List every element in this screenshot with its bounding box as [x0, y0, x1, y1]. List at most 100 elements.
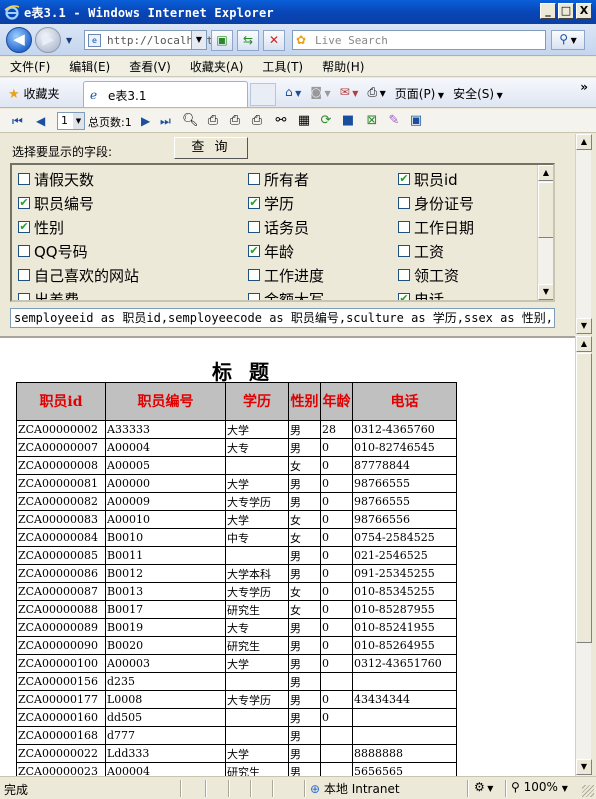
field-option[interactable]: ✔ 性别 [18, 217, 248, 238]
search-placeholder[interactable]: Live Search [315, 34, 388, 47]
zoom-control[interactable]: ⚲ 100% ▼ [511, 780, 568, 794]
next-page-icon[interactable]: ▶ [141, 113, 150, 129]
checkbox-unchecked[interactable] [248, 221, 260, 233]
safety-menu[interactable]: 安全(S) ▼ [453, 85, 503, 102]
address-dropdown-button[interactable]: ▼ [191, 31, 206, 49]
menu-favorites[interactable]: 收藏夹(A) [190, 58, 244, 75]
top-scroll-down-icon[interactable]: ▼ [576, 318, 592, 334]
checkbox-unchecked[interactable] [248, 293, 260, 300]
home-icon[interactable]: ⌂ ▼ [285, 85, 301, 102]
settings-icon[interactable]: ▣ [408, 113, 424, 129]
report-scrollbar[interactable]: ▲ ▼ [575, 336, 592, 776]
field-option[interactable]: 身份证号 [398, 193, 538, 214]
field-option[interactable]: 所有者 [248, 169, 398, 190]
field-option[interactable]: 领工资 [398, 265, 538, 286]
top-scroll-up-icon[interactable]: ▲ [576, 134, 592, 150]
report-scroll-up-icon[interactable]: ▲ [576, 336, 592, 352]
save-icon[interactable]: ■ [340, 113, 356, 129]
page-select-arrow-icon[interactable]: ▼ [73, 113, 84, 129]
field-option[interactable]: ✔ 职员id [398, 169, 538, 190]
page-select[interactable]: 1 ▼ [57, 112, 85, 130]
top-pane-scrollbar[interactable]: ▲ ▼ [575, 134, 592, 334]
feeds-icon[interactable]: ◙ ▼ [310, 85, 330, 102]
checkbox-unchecked[interactable] [398, 269, 410, 281]
field-option[interactable]: 话务员 [248, 217, 398, 238]
checkbox-checked[interactable]: ✔ [18, 197, 30, 209]
compatibility-icon[interactable]: ▣ [211, 30, 233, 51]
field-option[interactable]: 请假天数 [18, 169, 248, 190]
checkbox-unchecked[interactable] [18, 173, 30, 185]
checkbox-checked[interactable]: ✔ [248, 245, 260, 257]
checkbox-unchecked[interactable] [18, 245, 30, 257]
field-option[interactable]: 金额大写 [248, 289, 398, 300]
print-icon[interactable]: ⎙ ▼ [367, 85, 385, 102]
first-page-icon[interactable]: ⏮ [12, 113, 23, 129]
menu-tools[interactable]: 工具(T) [262, 58, 303, 75]
field-option[interactable]: 工作进度 [248, 265, 398, 286]
print-setup-icon[interactable]: ⎙ [205, 113, 221, 129]
print-preview-icon[interactable]: 🔍︎ [182, 113, 199, 129]
field-option[interactable]: ✔ 职员编号 [18, 193, 248, 214]
checkbox-unchecked[interactable] [18, 293, 30, 300]
refresh-icon[interactable]: ⇆ [237, 30, 259, 51]
resize-grip[interactable] [582, 785, 594, 797]
checkbox-checked[interactable]: ✔ [18, 221, 30, 233]
new-tab-button[interactable] [250, 83, 276, 106]
checkbox-unchecked[interactable] [248, 173, 260, 185]
print-icon-2[interactable]: ⎙ [227, 113, 243, 129]
forward-button[interactable]: ▶ [35, 27, 61, 53]
prev-page-icon[interactable]: ◀ [36, 113, 45, 129]
checkbox-unchecked[interactable] [398, 245, 410, 257]
calculator-icon[interactable]: ▦ [296, 113, 312, 129]
stop-icon[interactable]: ✕ [263, 30, 285, 51]
more-tools-chevron-icon[interactable]: » [580, 80, 588, 94]
scroll-down-icon[interactable]: ▼ [538, 284, 553, 300]
tab-current[interactable]: ℯ e表3.1 [83, 81, 248, 107]
search-button[interactable]: ⚲ ▼ [551, 30, 585, 50]
search-box[interactable]: ✿ Live Search [292, 30, 546, 50]
checkbox-checked[interactable]: ✔ [248, 197, 260, 209]
find-icon[interactable]: ⚯ [273, 113, 289, 129]
menu-file[interactable]: 文件(F) [10, 58, 50, 75]
menu-help[interactable]: 帮助(H) [322, 58, 364, 75]
checkbox-checked[interactable]: ✔ [398, 293, 410, 300]
maximize-button[interactable]: □ [558, 3, 574, 19]
address-bar[interactable]: e http://localhost ▼ [84, 30, 213, 50]
scroll-thumb[interactable] [538, 182, 553, 238]
sql-field[interactable]: semployeeid as 职员id,semployeecode as 职员编… [10, 308, 555, 328]
refresh-report-icon[interactable]: ⟳ [318, 113, 334, 129]
back-button[interactable]: ◀ [6, 27, 32, 53]
security-zone[interactable]: ⊕ 本地 Intranet [310, 780, 400, 797]
page-menu[interactable]: 页面(P) ▼ [395, 85, 444, 102]
field-option[interactable]: 工作日期 [398, 217, 538, 238]
field-option[interactable]: QQ号码 [18, 241, 248, 262]
export-excel-icon[interactable]: ⊠ [364, 113, 380, 129]
last-page-icon[interactable]: ⏭ [160, 113, 171, 129]
quick-print-icon[interactable]: ⎙ [249, 113, 265, 129]
checkbox-checked[interactable]: ✔ [398, 173, 410, 185]
report-scroll-down-icon[interactable]: ▼ [576, 759, 592, 775]
history-dropdown-icon[interactable]: ▼ [66, 36, 72, 45]
field-option[interactable]: ✔ 电话 [398, 289, 538, 300]
field-option[interactable]: 工资 [398, 241, 538, 262]
scroll-up-icon[interactable]: ▲ [538, 165, 553, 181]
checkbox-unchecked[interactable] [248, 269, 260, 281]
field-option[interactable]: 自己喜欢的网站 [18, 265, 248, 286]
checkbox-unchecked[interactable] [398, 221, 410, 233]
menu-edit[interactable]: 编辑(E) [69, 58, 110, 75]
menu-view[interactable]: 查看(V) [129, 58, 171, 75]
protected-mode-icon[interactable]: ⚙ ▼ [474, 780, 493, 794]
query-button[interactable]: 查 询 [174, 137, 248, 159]
report-scroll-thumb[interactable] [576, 353, 592, 643]
checkbox-unchecked[interactable] [18, 269, 30, 281]
minimize-button[interactable]: _ [540, 3, 556, 19]
close-button[interactable]: X [576, 3, 592, 19]
field-option[interactable]: ✔ 学历 [248, 193, 398, 214]
mail-icon[interactable]: ✉ ▼ [340, 85, 359, 102]
favorites-button[interactable]: ★ 收藏夹 [8, 85, 60, 102]
field-list-scrollbar[interactable]: ▲ ▼ [537, 165, 553, 300]
field-option[interactable]: ✔ 年龄 [248, 241, 398, 262]
field-option[interactable]: 出差费 [18, 289, 248, 300]
edit-icon[interactable]: ✎ [386, 113, 402, 129]
checkbox-unchecked[interactable] [398, 197, 410, 209]
